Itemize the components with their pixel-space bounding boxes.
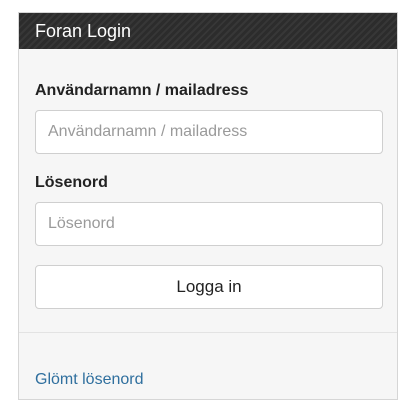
password-input[interactable] — [35, 202, 383, 246]
username-input[interactable] — [35, 110, 383, 154]
username-label: Användarnamn / mailadress — [35, 82, 249, 99]
login-form: Användarnamn / mailadress Lösenord Logga… — [19, 49, 397, 333]
login-panel: Foran Login Användarnamn / mailadress Lö… — [18, 12, 398, 400]
panel-title: Foran Login — [35, 21, 132, 41]
panel-footer: Glömt lösenord — [19, 333, 397, 389]
panel-header: Foran Login — [19, 13, 397, 49]
login-button[interactable]: Logga in — [35, 265, 383, 309]
password-label: Lösenord — [35, 174, 108, 191]
forgot-password-link[interactable]: Glömt lösenord — [35, 371, 144, 388]
